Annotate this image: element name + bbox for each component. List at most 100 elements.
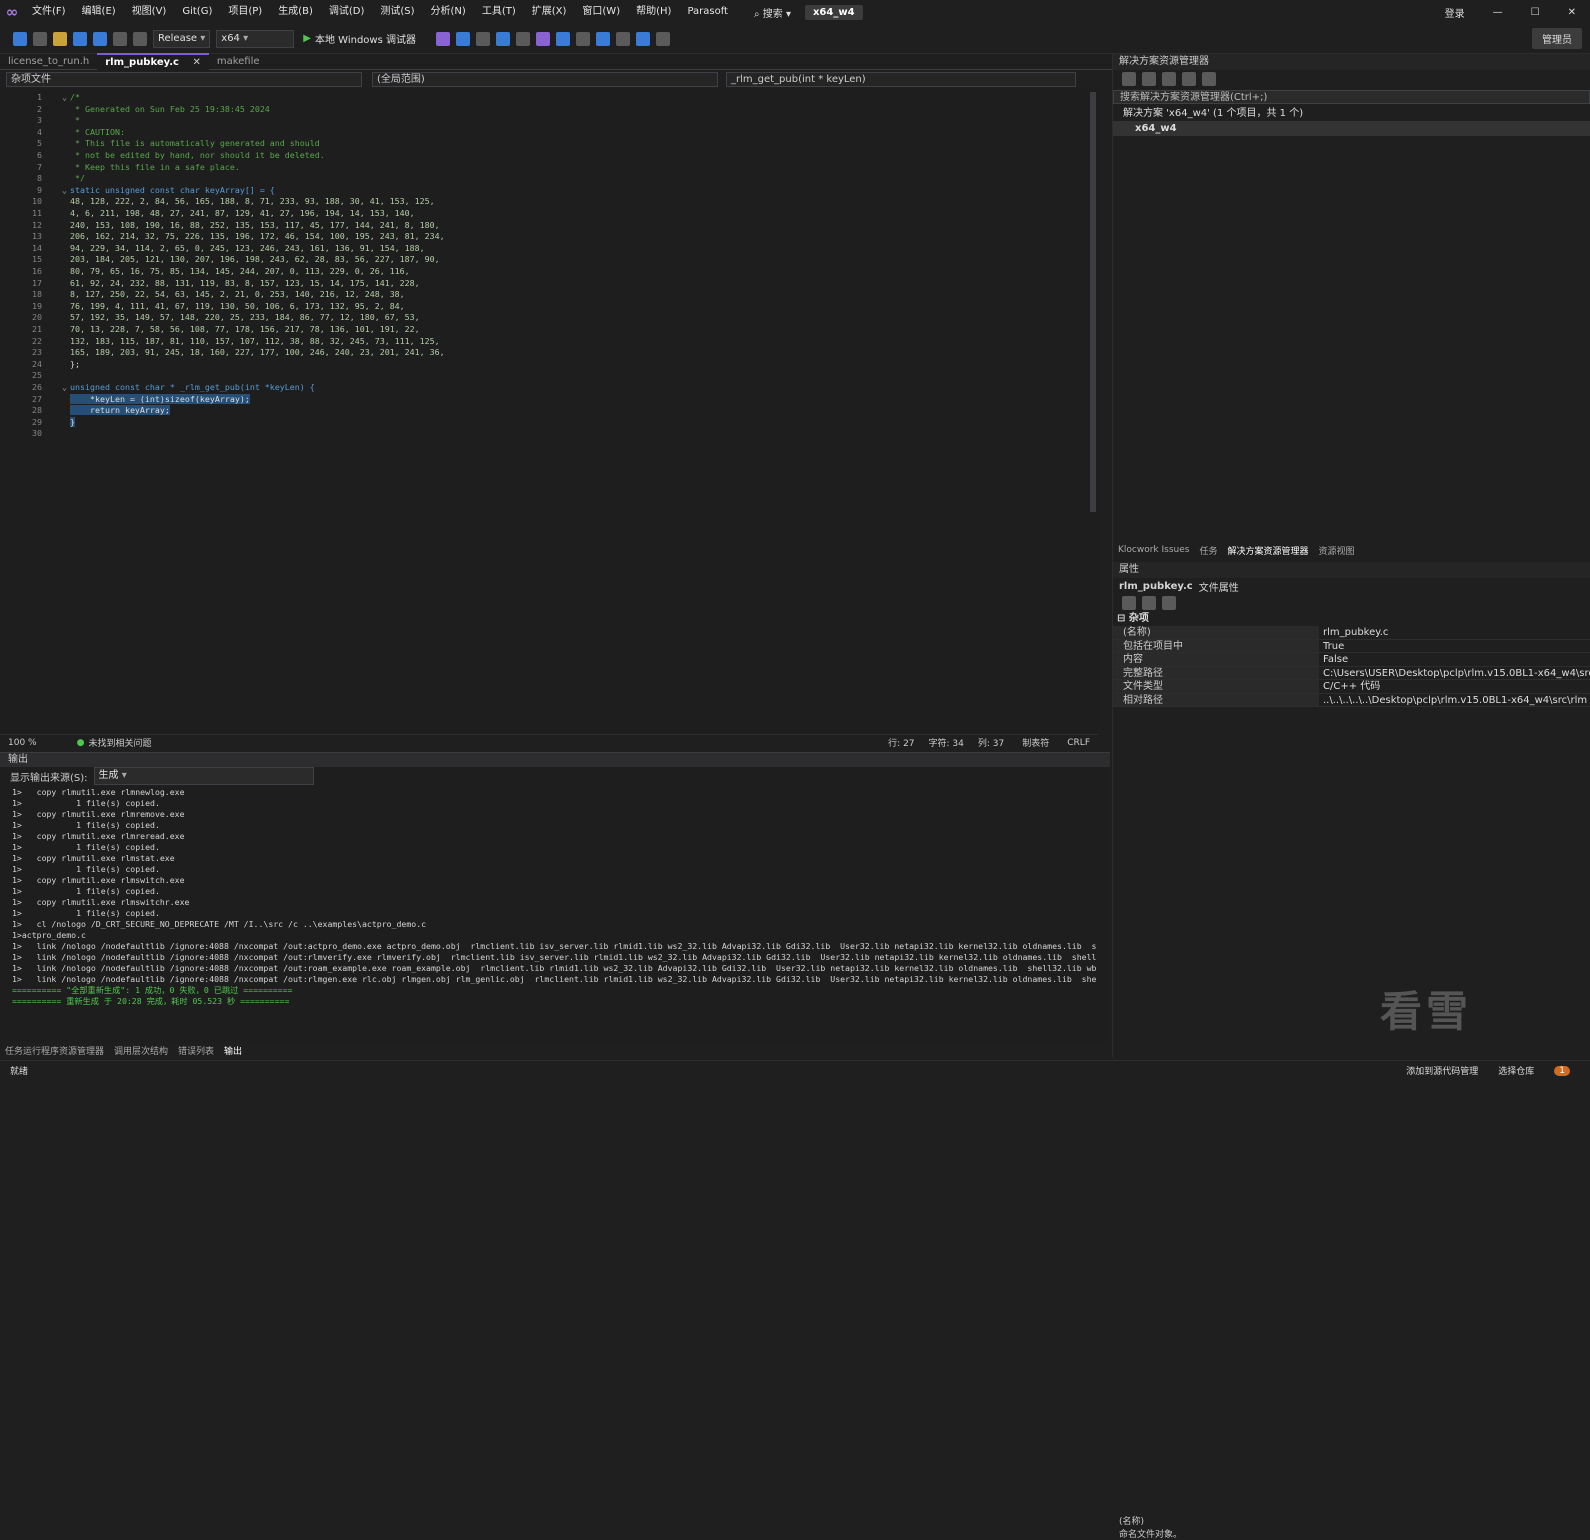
menu-item[interactable]: 分析(N): [423, 0, 474, 24]
notification-badge[interactable]: 1: [1554, 1065, 1570, 1076]
code-line[interactable]: 165, 189, 203, 91, 245, 18, 160, 227, 17…: [70, 347, 445, 357]
save-all-icon[interactable]: [93, 31, 107, 46]
property-row[interactable]: 包括在项目中 True: [1113, 639, 1590, 653]
tool-icon[interactable]: [535, 31, 550, 46]
collapse-icon[interactable]: [1182, 72, 1196, 86]
tool-icon[interactable]: [455, 31, 470, 46]
tab-klocwork[interactable]: Klocwork Issues: [1113, 545, 1194, 555]
tool-icon[interactable]: [595, 31, 610, 46]
settings-gear-icon[interactable]: [655, 31, 670, 46]
property-row[interactable]: 内容 False: [1113, 653, 1590, 667]
code-line[interactable]: 203, 184, 205, 121, 130, 207, 196, 198, …: [70, 254, 440, 264]
property-pages-icon[interactable]: [1162, 596, 1176, 610]
save-icon[interactable]: [73, 31, 87, 46]
output-source-select[interactable]: 生成: [93, 767, 314, 785]
property-value[interactable]: False: [1319, 653, 1590, 666]
properties-icon[interactable]: [1202, 72, 1216, 86]
code-line[interactable]: static unsigned const char keyArray[] = …: [70, 185, 275, 195]
redo-icon[interactable]: [133, 31, 147, 46]
property-row[interactable]: 完整路径 C:\Users\USER\Desktop\pclp\rlm.v15.0…: [1113, 666, 1590, 680]
configuration-select[interactable]: Release: [153, 29, 211, 48]
code-line[interactable]: 76, 199, 4, 111, 41, 67, 119, 130, 50, 1…: [70, 301, 405, 311]
add-source-control[interactable]: 添加到源代码管理: [1406, 1064, 1478, 1077]
code-line[interactable]: 57, 192, 35, 149, 57, 148, 220, 25, 233,…: [70, 312, 420, 322]
scroll-thumb[interactable]: [1090, 92, 1096, 512]
tool-icon[interactable]: [435, 31, 450, 46]
fold-chevron-icon[interactable]: ⌄: [62, 185, 67, 195]
tool-icon[interactable]: [575, 31, 590, 46]
tab-tasks[interactable]: 任务: [1194, 544, 1222, 557]
output-log[interactable]: 1> copy rlmutil.exe rlmnewlog.exe 1> 1 fi…: [12, 787, 1096, 1019]
property-value[interactable]: C:\Users\USER\Desktop\pclp\rlm.v15.0BL1-…: [1319, 667, 1590, 680]
tab-rlm-pubkey[interactable]: rlm_pubkey.c ✕: [97, 52, 209, 71]
refresh-icon[interactable]: [1162, 72, 1176, 86]
open-folder-icon[interactable]: [53, 31, 67, 46]
menu-item[interactable]: 窗口(W): [574, 0, 628, 24]
home-icon[interactable]: [1122, 72, 1136, 86]
maximize-button[interactable]: ☐: [1517, 7, 1554, 18]
select-repo[interactable]: 选择仓库: [1498, 1064, 1534, 1077]
code-line[interactable]: 132, 183, 115, 187, 81, 110, 157, 107, 1…: [70, 336, 440, 346]
menu-item[interactable]: 调试(D): [321, 0, 373, 24]
issues-status[interactable]: 未找到相关问题: [88, 736, 151, 749]
tab-task-runner[interactable]: 任务运行程序资源管理器: [0, 1044, 109, 1057]
code-line[interactable]: 94, 229, 34, 114, 2, 65, 0, 245, 123, 24…: [70, 243, 425, 253]
run-debugger-icon[interactable]: ▶: [303, 33, 311, 44]
code-line[interactable]: };: [70, 359, 80, 369]
tab-call-hierarchy[interactable]: 调用层次结构: [109, 1044, 173, 1057]
categorized-icon[interactable]: [1122, 596, 1136, 610]
fold-chevron-icon[interactable]: ⌄: [62, 382, 67, 392]
sign-in-link[interactable]: 登录: [1431, 5, 1479, 20]
code-line[interactable]: 206, 162, 214, 32, 75, 226, 135, 196, 17…: [70, 231, 445, 241]
menu-item[interactable]: 项目(P): [220, 0, 270, 24]
properties-section[interactable]: ⊟ 杂项: [1113, 612, 1590, 626]
tab-resource-view[interactable]: 资源视图: [1314, 544, 1360, 557]
code-editor[interactable]: 1/* ⌄ 2 * Generated on Sun Feb 25 19:38:45…: [0, 88, 1098, 734]
editor-scrollbar[interactable]: [1088, 92, 1098, 732]
code-line[interactable]: * Generated on Sun Feb 25 19:38:45 2024: [70, 104, 270, 114]
code-line[interactable]: *keyLen = (int)sizeof(keyArray);: [70, 393, 250, 404]
property-value[interactable]: ..\..\..\..\..\Desktop\pclp\rlm.v15.0BL1…: [1319, 694, 1590, 707]
code-line[interactable]: 80, 79, 65, 16, 75, 85, 134, 145, 244, 2…: [70, 266, 410, 276]
property-value[interactable]: True: [1319, 640, 1590, 653]
code-line[interactable]: * This file is automatically generated a…: [70, 138, 320, 148]
close-button[interactable]: ✕: [1554, 7, 1590, 18]
tool-icon[interactable]: [495, 31, 510, 46]
code-line[interactable]: }: [70, 416, 75, 427]
tab-output[interactable]: 输出: [219, 1044, 247, 1057]
tool-icon[interactable]: [615, 31, 630, 46]
menu-item[interactable]: Git(G): [174, 0, 220, 24]
zoom-level[interactable]: 100 %: [8, 738, 37, 748]
code-line[interactable]: */: [70, 173, 85, 183]
code-line[interactable]: *: [70, 115, 80, 125]
run-debugger-button[interactable]: 本地 Windows 调试器: [315, 31, 416, 46]
menu-item[interactable]: 视图(V): [124, 0, 175, 24]
code-line[interactable]: * CAUTION:: [70, 127, 125, 137]
menu-item[interactable]: 测试(S): [372, 0, 422, 24]
code-line[interactable]: 70, 13, 228, 7, 58, 56, 108, 77, 178, 15…: [70, 324, 420, 334]
minimize-button[interactable]: —: [1479, 7, 1517, 18]
code-line[interactable]: * Keep this file in a safe place.: [70, 162, 240, 172]
menu-item[interactable]: 工具(T): [474, 0, 524, 24]
back-icon[interactable]: [13, 31, 27, 46]
code-line[interactable]: 8, 127, 250, 22, 54, 63, 145, 2, 21, 0, …: [70, 289, 405, 299]
menu-item[interactable]: 扩展(X): [524, 0, 575, 24]
menu-item[interactable]: Parasoft: [679, 0, 736, 24]
search-box[interactable]: ⌕ 搜索 ▾: [748, 5, 797, 20]
tool-icon[interactable]: [635, 31, 650, 46]
code-line[interactable]: 61, 92, 24, 232, 88, 131, 119, 83, 8, 15…: [70, 278, 420, 288]
property-value[interactable]: rlm_pubkey.c: [1319, 626, 1590, 639]
menu-item[interactable]: 编辑(E): [74, 0, 124, 24]
fold-chevron-icon[interactable]: ⌄: [62, 92, 67, 102]
code-line[interactable]: unsigned const char * _rlm_get_pub(int *…: [70, 382, 315, 392]
tool-icon[interactable]: [515, 31, 530, 46]
code-line[interactable]: 240, 153, 108, 190, 16, 88, 252, 135, 15…: [70, 220, 440, 230]
tool-icon[interactable]: [555, 31, 570, 46]
menu-item[interactable]: 生成(B): [270, 0, 321, 24]
sync-icon[interactable]: [1142, 72, 1156, 86]
tab-license-to-run[interactable]: license_to_run.h: [0, 54, 97, 70]
close-tab-icon[interactable]: ✕: [192, 57, 200, 68]
menu-item[interactable]: 帮助(H): [628, 0, 679, 24]
function-select[interactable]: _rlm_get_pub(int * keyLen): [726, 71, 1076, 87]
forward-icon[interactable]: [33, 31, 47, 46]
